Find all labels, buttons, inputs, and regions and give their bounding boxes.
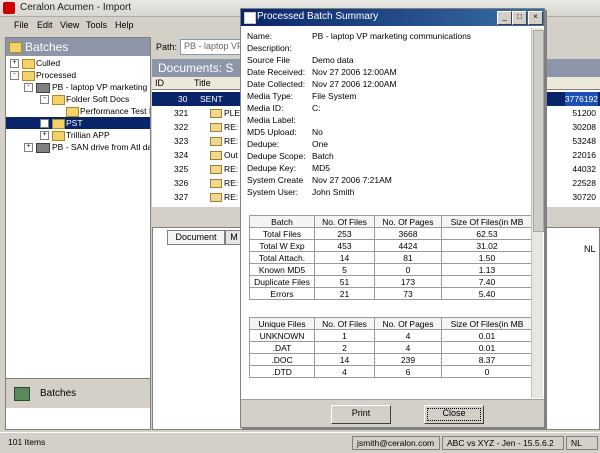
table-row: Errors 21 73 5.40 — [249, 287, 533, 300]
menu-tools[interactable]: Tools — [86, 20, 107, 30]
email-icon — [210, 165, 222, 174]
col-title[interactable]: Title — [194, 78, 211, 88]
dialog-title: Processed Batch Summary — [257, 11, 379, 22]
email-icon — [210, 193, 222, 202]
unique-files-table: Unique Files No. Of Files No. Of Pages S… — [249, 317, 533, 378]
folder-icon — [66, 107, 79, 117]
dialog-scrollbar[interactable] — [531, 28, 544, 398]
batches-nav-icon — [14, 387, 30, 401]
status-user: jsmith@ceralon.com — [352, 436, 440, 450]
table-row: Duplicate Files 51 173 7.40 — [249, 275, 533, 288]
dialog-titlebar: Processed Batch Summary _ □ × — [241, 9, 544, 26]
table-row: UNKNOWN 1 4 0.01 — [249, 329, 533, 342]
status-bar: 101 Items jsmith@ceralon.com ABC vs XYZ … — [0, 432, 600, 453]
maximize-button[interactable]: □ — [512, 11, 527, 25]
prop-row: Source File Demo data — [247, 55, 354, 65]
prop-row: Name: PB - laptop VP marketing communicat… — [247, 31, 472, 41]
batches-nav-button[interactable]: Batches — [6, 378, 150, 408]
email-icon — [210, 179, 222, 188]
expand-icon[interactable]: + — [10, 59, 19, 68]
prop-row: Date Collected: Nov 27 2006 12:00AM — [247, 79, 397, 89]
prop-row: Date Received: Nov 27 2006 12:00AM — [247, 67, 397, 77]
app-title: Ceralon Acumen - Import — [20, 2, 132, 13]
status-mode: NL — [566, 436, 598, 450]
dialog-footer: Print Close — [241, 399, 544, 427]
menu-help[interactable]: Help — [115, 20, 134, 30]
expand-icon[interactable]: + — [40, 119, 49, 128]
print-button[interactable]: Print — [331, 405, 391, 424]
prop-row: Media Label: — [247, 115, 296, 125]
tab-document[interactable]: Document — [167, 230, 225, 245]
menu-view[interactable]: View — [60, 20, 79, 30]
computer-icon — [36, 143, 50, 153]
expand-icon[interactable]: + — [40, 131, 49, 140]
dialog-icon — [244, 12, 256, 24]
collapse-icon[interactable]: - — [40, 95, 49, 104]
dialog-body: Name: PB - laptop VP marketing communicat… — [247, 28, 537, 398]
col-id[interactable]: ID — [155, 78, 164, 88]
computer-icon — [36, 83, 50, 93]
prop-row: System User: John Smith — [247, 187, 355, 197]
batches-icon — [9, 42, 22, 53]
table-row: .DTD 4 6 0 — [249, 365, 533, 378]
table-row: .DAT 2 4 0.01 — [249, 341, 533, 354]
batch-tree: + Culled - Processed - PB - laptop VP ma… — [6, 57, 150, 395]
expand-icon[interactable]: + — [24, 143, 33, 152]
folder-icon — [22, 59, 35, 69]
item-count: 101 Items — [8, 437, 46, 447]
folder-icon — [52, 119, 65, 129]
table-row: Total Files 253 3668 62.53 — [249, 227, 533, 240]
table-row: Total W Exp 453 4424 31.02 — [249, 239, 533, 252]
folder-icon — [22, 71, 35, 81]
prop-row: Dedupe: One — [247, 139, 329, 149]
scrollbar-thumb[interactable] — [533, 30, 544, 232]
email-icon — [210, 109, 222, 118]
prop-row: Media ID: C: — [247, 103, 321, 113]
prop-row: Dedupe Key: MD5 — [247, 163, 330, 173]
collapse-icon[interactable]: - — [10, 71, 19, 80]
batch-table: Batch No. Of Files No. Of Pages Size Of … — [249, 215, 533, 300]
collapse-icon[interactable]: - — [24, 83, 33, 92]
close-icon[interactable]: × — [528, 11, 543, 25]
prop-row: System Create Nov 27 2006 7:21AM — [247, 175, 392, 185]
menu-file[interactable]: File — [14, 20, 29, 30]
folder-icon — [52, 131, 65, 141]
menu-edit[interactable]: Edit — [37, 20, 53, 30]
app-logo-icon — [3, 2, 15, 14]
email-icon — [210, 151, 222, 160]
minimize-button[interactable]: _ — [497, 11, 512, 25]
table-row: .DOC 14 239 8.37 — [249, 353, 533, 366]
batches-pane: Batches + Culled - Processed - PB - lapt… — [5, 37, 151, 430]
path-input[interactable]: PB - laptop VP — [180, 39, 245, 55]
close-button[interactable]: Close — [424, 405, 484, 424]
email-icon — [210, 123, 222, 132]
table-row: Known MD5 5 0 1.13 — [249, 263, 533, 276]
processed-batch-summary-dialog: Processed Batch Summary _ □ × Name: PB - … — [240, 8, 545, 428]
prop-row: Dedupe Scope: Batch — [247, 151, 334, 161]
prop-row: Media Type: File System — [247, 91, 357, 101]
prop-row: Description: — [247, 43, 292, 53]
table-row: Total Attach. 14 81 1.50 — [249, 251, 533, 264]
prop-row: MD5 Upload: No — [247, 127, 323, 137]
folder-icon — [52, 95, 65, 105]
side-label: NL — [584, 244, 596, 254]
tree-item-pst[interactable]: + PST — [6, 117, 150, 129]
email-icon — [210, 137, 222, 146]
batches-header: Batches — [6, 38, 150, 56]
status-case: ABC vs XYZ - Jen - 15.5.6.2 — [442, 436, 564, 450]
